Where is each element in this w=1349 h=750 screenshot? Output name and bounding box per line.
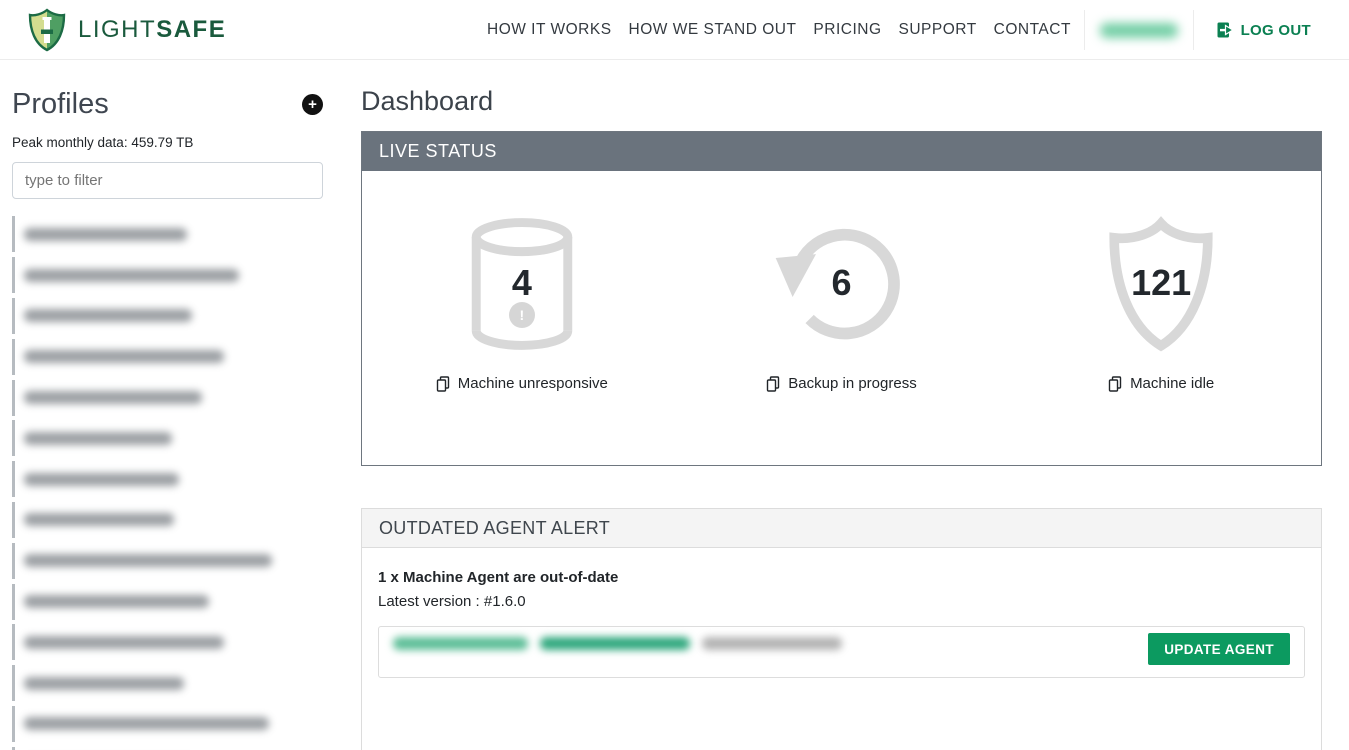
nav-contact[interactable]: CONTACT xyxy=(994,21,1071,39)
redacted-username xyxy=(1100,23,1178,38)
brand-logo[interactable]: LIGHTSAFE xyxy=(28,8,226,52)
redacted-profile-name xyxy=(24,595,209,608)
redacted-profile-name xyxy=(24,717,269,730)
profile-item-bar xyxy=(12,380,15,416)
profile-item-bar xyxy=(12,624,15,660)
profile-item-bar xyxy=(12,706,15,742)
idle-count: 121 xyxy=(1131,262,1191,304)
main-content: Dashboard LIVE STATUS xyxy=(361,60,1322,750)
brand-name: LIGHTSAFE xyxy=(78,16,226,44)
copy-icon[interactable] xyxy=(436,376,450,392)
live-status-body: 4 ! Machine unresponsive xyxy=(362,171,1321,465)
profile-item-bar xyxy=(12,584,15,620)
live-status-header: LIVE STATUS xyxy=(362,132,1321,171)
top-nav-bar: LIGHTSAFE HOW IT WORKS HOW WE STAND OUT … xyxy=(0,0,1349,60)
profile-item[interactable] xyxy=(12,418,349,459)
status-backup-in-progress: 6 Backup in progress xyxy=(682,171,1002,465)
profile-item-bar xyxy=(12,216,15,252)
profile-item[interactable] xyxy=(12,581,349,622)
outdated-agent-row: UPDATE AGENT xyxy=(378,626,1305,678)
profiles-list xyxy=(12,214,349,750)
redacted-profile-name xyxy=(24,432,172,445)
profile-item[interactable] xyxy=(12,255,349,296)
profile-item[interactable] xyxy=(12,336,349,377)
brand-name-bold: SAFE xyxy=(156,16,226,43)
redacted-profile-name xyxy=(24,636,224,649)
nav-how-it-works[interactable]: HOW IT WORKS xyxy=(487,21,612,39)
logout-button[interactable]: LOG OUT xyxy=(1217,22,1311,39)
sidebar-title: Profiles xyxy=(12,88,109,121)
redacted-profile-name xyxy=(24,269,239,282)
header-divider xyxy=(1193,10,1194,50)
logout-label: LOG OUT xyxy=(1241,22,1311,39)
profile-item-bar xyxy=(12,339,15,375)
profile-item-bar xyxy=(12,257,15,293)
nav-support[interactable]: SUPPORT xyxy=(899,21,977,39)
logged-in-user xyxy=(1085,23,1193,38)
restore-arrow-icon: 6 xyxy=(777,216,907,351)
profile-item-bar xyxy=(12,665,15,701)
outdated-agent-header: OUTDATED AGENT ALERT xyxy=(362,509,1321,548)
profile-item[interactable] xyxy=(12,459,349,500)
redacted-profile-name xyxy=(24,677,184,690)
add-profile-button[interactable]: + xyxy=(302,94,323,115)
status-label-backup: Backup in progress xyxy=(788,375,916,392)
shield-icon: 121 xyxy=(1101,216,1221,351)
alert-exclamation-icon: ! xyxy=(509,302,535,328)
copy-icon[interactable] xyxy=(1108,376,1122,392)
status-label-idle: Machine idle xyxy=(1130,375,1214,392)
unresponsive-count: 4 xyxy=(512,262,532,304)
outdated-summary: 1 x Machine Agent are out-of-date xyxy=(378,569,1305,586)
exit-door-icon xyxy=(1217,22,1234,38)
profile-item[interactable] xyxy=(12,663,349,704)
latest-version: Latest version : #1.6.0 xyxy=(378,593,1305,610)
profiles-sidebar: Profiles + Peak monthly data: 459.79 TB xyxy=(0,60,349,750)
redacted-profile-name xyxy=(24,554,272,567)
update-agent-button[interactable]: UPDATE AGENT xyxy=(1148,633,1290,665)
page: LIGHTSAFE HOW IT WORKS HOW WE STAND OUT … xyxy=(0,0,1349,750)
status-label-unresponsive: Machine unresponsive xyxy=(458,375,608,392)
nav-how-we-stand-out[interactable]: HOW WE STAND OUT xyxy=(629,21,797,39)
main-nav: HOW IT WORKS HOW WE STAND OUT PRICING SU… xyxy=(487,0,1071,60)
profile-item[interactable] xyxy=(12,622,349,663)
outdated-agent-panel: OUTDATED AGENT ALERT 1 x Machine Agent a… xyxy=(361,508,1322,750)
profile-item[interactable] xyxy=(12,500,349,541)
profile-item[interactable] xyxy=(12,296,349,337)
profile-item[interactable] xyxy=(12,540,349,581)
profile-filter-input[interactable] xyxy=(12,162,323,199)
redacted-agent-link[interactable] xyxy=(393,637,842,650)
backup-count: 6 xyxy=(831,262,851,304)
profile-item[interactable] xyxy=(12,377,349,418)
outdated-agent-body: 1 x Machine Agent are out-of-date Latest… xyxy=(362,548,1321,750)
copy-icon[interactable] xyxy=(766,376,780,392)
status-machine-unresponsive: 4 ! Machine unresponsive xyxy=(362,171,682,465)
redacted-profile-name xyxy=(24,513,174,526)
header-right-group: LOG OUT xyxy=(1084,0,1349,60)
profile-item-bar xyxy=(12,502,15,538)
page-title: Dashboard xyxy=(361,86,1322,117)
profile-item[interactable] xyxy=(12,214,349,255)
live-status-panel: LIVE STATUS 4 ! xyxy=(361,131,1322,466)
brand-name-light: LIGHT xyxy=(78,16,156,43)
redacted-agent-name xyxy=(393,637,528,650)
lighthouse-shield-icon xyxy=(28,8,66,52)
database-icon: 4 ! xyxy=(466,216,578,351)
profile-item-bar xyxy=(12,298,15,334)
redacted-profile-name xyxy=(24,309,192,322)
redacted-profile-name xyxy=(24,228,187,241)
status-machine-idle: 121 Machine idle xyxy=(1001,171,1321,465)
profile-item-bar xyxy=(12,461,15,497)
redacted-profile-name xyxy=(24,350,224,363)
redacted-profile-name xyxy=(24,391,202,404)
profile-item[interactable] xyxy=(12,744,349,750)
redacted-agent-machine xyxy=(540,637,690,650)
peak-monthly-data: Peak monthly data: 459.79 TB xyxy=(12,135,349,150)
profile-item-bar xyxy=(12,543,15,579)
redacted-agent-version xyxy=(702,637,842,650)
redacted-profile-name xyxy=(24,473,179,486)
nav-pricing[interactable]: PRICING xyxy=(813,21,881,39)
profile-item[interactable] xyxy=(12,704,349,745)
profile-item-bar xyxy=(12,420,15,456)
